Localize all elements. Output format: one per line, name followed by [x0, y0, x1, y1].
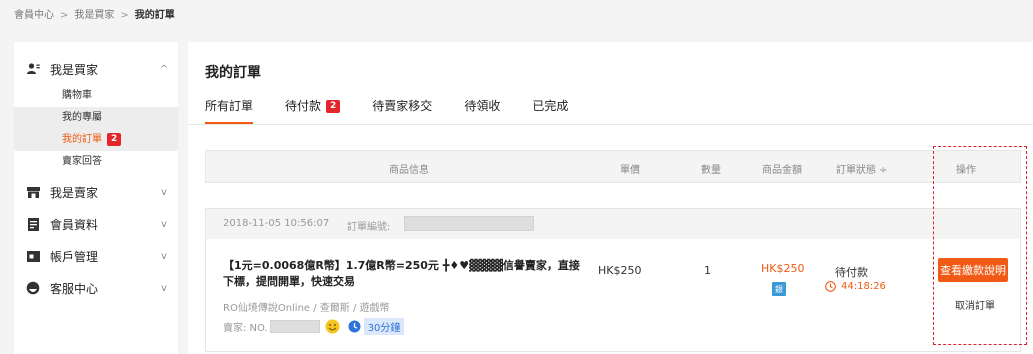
- pending-count-badge: 2: [326, 100, 341, 113]
- countdown-clock-icon: [825, 281, 836, 292]
- document-icon: [26, 217, 40, 231]
- order-tabs: 所有訂單 待付款 2 待賣家移交 待領收 已完成: [205, 97, 600, 124]
- headset-icon: [26, 281, 40, 295]
- chevron-down-icon: v: [161, 186, 167, 198]
- chevron-down-icon: v: [161, 250, 167, 262]
- seller-label: 賣家: NO.: [223, 323, 268, 334]
- delivery-time-badge: 30分鐘: [363, 318, 405, 335]
- sidebar-item-seller-answers[interactable]: 賣家回答: [14, 151, 178, 173]
- tab-pending-payment[interactable]: 待付款 2: [285, 97, 341, 124]
- smiley-icon[interactable]: [325, 319, 340, 334]
- tab-awaiting-seller[interactable]: 待賣家移交: [372, 97, 432, 124]
- seller-info: 賣家: NO. 30分鐘: [223, 318, 405, 335]
- tab-divider: [188, 124, 1033, 125]
- unit-price: HK$250: [598, 264, 642, 277]
- breadcrumb-separator: >: [120, 10, 129, 21]
- sidebar-group-label: 我是買家: [50, 62, 99, 77]
- buyer-icon: [26, 62, 40, 76]
- redacted-seller-number: [269, 320, 320, 333]
- sidebar-item-label: 我的訂單: [62, 134, 102, 145]
- chevron-down-icon: v: [161, 282, 167, 294]
- tab-awaiting-receipt[interactable]: 待領收: [464, 97, 500, 124]
- breadcrumb-buyer[interactable]: 我是買家: [74, 10, 114, 21]
- store-icon: [26, 185, 40, 199]
- sidebar-item-cart[interactable]: 購物車: [14, 85, 178, 107]
- bank-payment-icon: 銀: [772, 282, 786, 296]
- breadcrumb-current: 我的訂單: [134, 10, 175, 21]
- sidebar-group-service[interactable]: 客服中心 v: [14, 272, 178, 304]
- sidebar-group-member[interactable]: 會員資料 v: [14, 208, 178, 240]
- sidebar-item-my-orders[interactable]: 我的訂單 2: [14, 129, 178, 151]
- product-title[interactable]: 【1元=0.0068億R幣】1.7億R幣=250元 ╋♦♥▓▓▓▓信譽賣家，直接…: [223, 258, 583, 290]
- sidebar-group-label: 會員資料: [50, 217, 99, 232]
- table-header: 商品信息 單價 數量 商品金額 訂單狀態 ÷ 操作: [205, 150, 1021, 183]
- payment-countdown: 44:18:26: [825, 281, 886, 292]
- column-header-status[interactable]: 訂單狀態 ÷: [836, 161, 888, 176]
- order-date: 2018-11-05 10:56:07: [223, 218, 330, 229]
- quantity: 1: [704, 264, 711, 277]
- tab-all-orders[interactable]: 所有訂單: [205, 97, 254, 124]
- order-header: 2018-11-05 10:56:07 訂單編號:: [206, 209, 1020, 239]
- chevron-down-icon: v: [161, 218, 167, 230]
- sidebar-group-label: 帳戶管理: [50, 249, 99, 264]
- column-header-amount: 商品金額: [762, 165, 802, 176]
- tab-label: 待付款: [285, 99, 322, 113]
- main-panel: 我的訂單 所有訂單 待付款 2 待賣家移交 待領收 已完成 商品信息 單價 數量 …: [188, 42, 1033, 354]
- sidebar-item-exclusive[interactable]: 我的專屬: [14, 107, 178, 129]
- page-title: 我的訂單: [205, 65, 261, 81]
- sidebar-group-label: 我是賣家: [50, 185, 99, 200]
- column-header-price: 單價: [620, 165, 640, 176]
- sidebar-group-buyer[interactable]: 我是買家 ^: [14, 53, 178, 85]
- card-icon: [26, 249, 40, 263]
- order-count-badge: 2: [107, 132, 122, 146]
- product-game: RO仙境傳說Online / 查爾斯 / 遊戲幣: [223, 303, 390, 314]
- sidebar: 我是買家 ^ 購物車 我的專屬 我的訂單 2 賣家回答 我是賣家 v 會員資料 v…: [14, 42, 178, 354]
- total-amount: HK$250: [761, 262, 805, 275]
- column-header-info: 商品信息: [389, 165, 429, 176]
- redacted-order-number: [404, 216, 534, 231]
- order-status: 待付款: [835, 266, 868, 279]
- chevron-up-icon: ^: [159, 63, 169, 75]
- sidebar-group-seller[interactable]: 我是賣家 v: [14, 176, 178, 208]
- clock-icon: [348, 320, 361, 333]
- sidebar-group-label: 客服中心: [50, 281, 99, 296]
- sidebar-group-account[interactable]: 帳戶管理 v: [14, 240, 178, 272]
- breadcrumb: 會員中心 > 我是買家 > 我的訂單: [14, 6, 175, 21]
- countdown-value: 44:18:26: [841, 281, 886, 292]
- highlight-box: [933, 146, 1027, 345]
- column-header-quantity: 數量: [701, 165, 721, 176]
- order-number-label: 訂單編號:: [347, 222, 391, 233]
- tab-completed[interactable]: 已完成: [532, 97, 568, 124]
- order-card: 2018-11-05 10:56:07 訂單編號: 【1元=0.0068億R幣】…: [205, 208, 1021, 352]
- breadcrumb-member-center[interactable]: 會員中心: [14, 10, 54, 21]
- breadcrumb-separator: >: [60, 10, 69, 21]
